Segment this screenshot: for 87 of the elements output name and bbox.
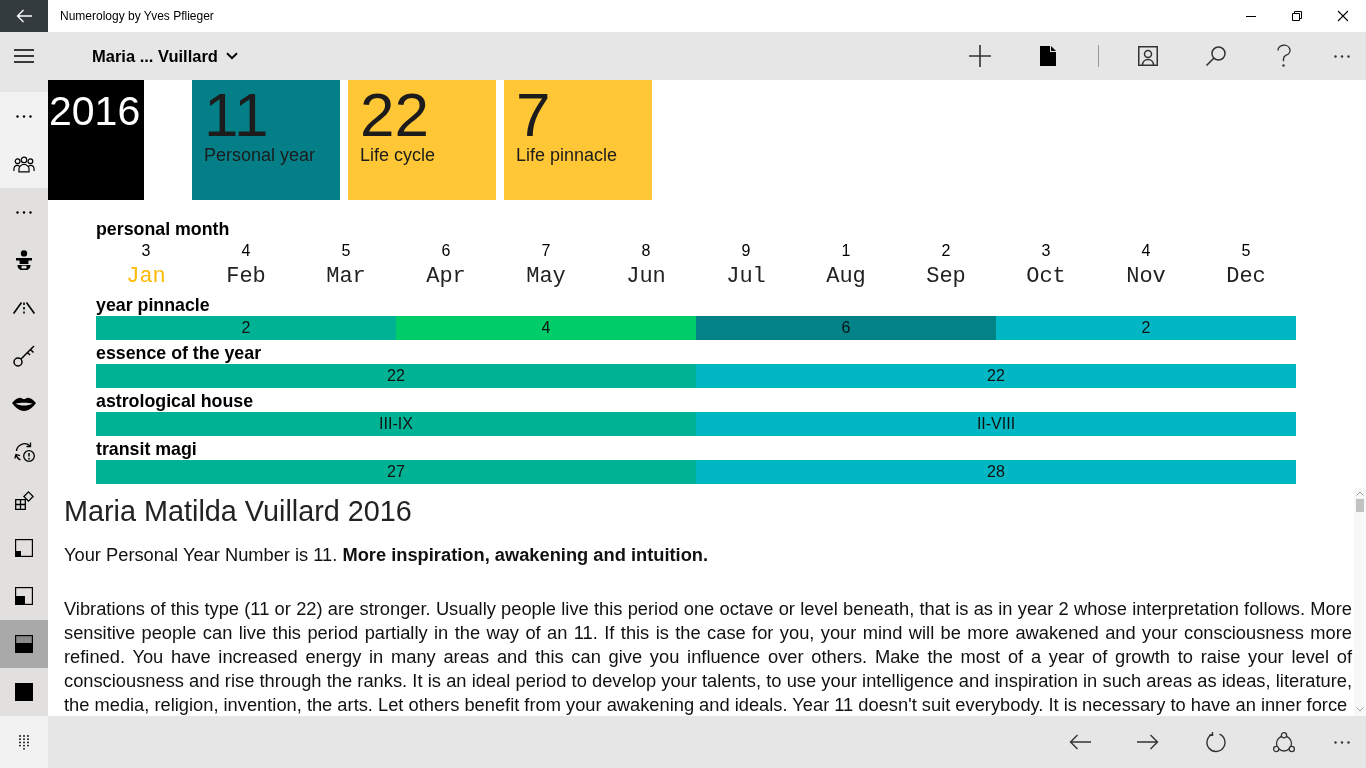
month-number: 5	[341, 241, 351, 261]
month-number: 8	[641, 241, 651, 261]
month-number: 9	[741, 241, 751, 261]
back-arrow-icon	[16, 9, 32, 23]
scroll-down-icon	[1356, 707, 1364, 712]
restore-icon	[1292, 11, 1302, 21]
body-text: Vibrations of this type (11 or 22) are stronger. Usually people live this period one octave or level beneath, that is as in year 2 whose interpretation follows. More sensitive people can live this period partially in the way of an 11. If this is the case for you, your mind will be more awakened and your consciousness more refined. You have increased energy in many areas and this can give you influence over others. Make the most of a year of growth to raise your level of consciousness and rise through the ranks. It is an ideal period to develop your talents, to use your intelligence and inspiration in such areas as ideas, literature, the media, religion, invention, the arts. Let others benefit from your awakening and ideals. Year 11 doesn't suit everybody. It is necessary to have an inner force	[64, 597, 1352, 717]
filled-square-icon	[15, 683, 33, 701]
month-name[interactable]: Dec	[1226, 262, 1266, 292]
period-segment: II-VIII	[696, 412, 1296, 436]
search-icon	[1206, 46, 1226, 66]
section-label: personal month	[96, 218, 230, 240]
tile-label: Personal year	[204, 144, 316, 166]
sync-alert-icon	[13, 442, 35, 462]
menu-icon	[14, 49, 34, 63]
dial-pad-icon	[19, 734, 29, 750]
section-label: year pinnacle	[96, 294, 210, 316]
tile-number: 11	[204, 84, 269, 146]
people-icon	[13, 155, 35, 173]
more-icon	[16, 114, 32, 118]
tile-number: 7	[516, 84, 551, 146]
month-number: 3	[1041, 241, 1051, 261]
month-name[interactable]: Apr	[426, 262, 466, 292]
period-segment: 2	[96, 316, 396, 340]
key-icon	[13, 345, 35, 367]
scroll-up-icon	[1356, 491, 1364, 496]
month-number: 5	[1241, 241, 1251, 261]
period-segment: 22	[96, 364, 696, 388]
month-name[interactable]: Nov	[1126, 262, 1166, 292]
month-number: 4	[241, 241, 251, 261]
month-name[interactable]: Jun	[626, 262, 666, 292]
period-segment: 6	[696, 316, 996, 340]
road-icon	[13, 302, 35, 314]
period-segment: 28	[696, 460, 1296, 484]
reading-title: Maria Matilda Vuillard 2016	[64, 494, 412, 529]
document-icon	[1040, 46, 1056, 66]
close-icon	[1338, 11, 1348, 21]
month-number: 4	[1141, 241, 1151, 261]
more-icon	[16, 210, 32, 214]
month-number: 2	[941, 241, 951, 261]
back-button[interactable]	[0, 0, 48, 32]
month-number: 3	[141, 241, 151, 261]
year-tile: 2016	[48, 80, 144, 200]
tile-label: Life cycle	[360, 144, 436, 166]
scrollbar-thumb[interactable]	[1356, 499, 1364, 512]
summary-text: Your Personal Year Number is 11. More inspiration, awakening and intuition.	[64, 543, 709, 567]
month-number: 6	[441, 241, 451, 261]
period-segment: 2	[996, 316, 1296, 340]
arrow-right-icon	[1137, 734, 1159, 750]
more-icon	[1334, 54, 1350, 58]
period-segment: 4	[396, 316, 696, 340]
plus-icon	[969, 45, 991, 67]
tile-number: 22	[360, 84, 429, 146]
period-segment: III-IX	[96, 412, 696, 436]
apps-icon	[14, 490, 34, 510]
window-title: Numerology by Yves Pflieger	[60, 9, 215, 23]
month-name[interactable]: Feb	[226, 262, 266, 292]
minimize-icon	[1246, 15, 1256, 17]
scrollbar[interactable]	[1354, 488, 1366, 716]
square-corner-fill-icon	[15, 539, 33, 557]
person-selector[interactable]: Maria ... Vuillard	[92, 38, 238, 74]
section-label: essence of the year	[96, 342, 262, 364]
arrow-left-icon	[1069, 734, 1091, 750]
section-label: transit magi	[96, 438, 197, 460]
period-segment: 22	[696, 364, 1296, 388]
help-icon	[1277, 45, 1291, 67]
lips-icon	[12, 397, 36, 411]
square-half-fill-icon	[15, 635, 33, 653]
month-number: 1	[841, 241, 851, 261]
sidebar-button[interactable]	[0, 620, 48, 668]
tile-label: Life pinnacle	[516, 144, 618, 166]
period-segment: 27	[96, 460, 696, 484]
month-name[interactable]: Sep	[926, 262, 966, 292]
month-name[interactable]: May	[526, 262, 566, 292]
refresh-icon	[1206, 731, 1226, 753]
month-name[interactable]: Aug	[826, 262, 866, 292]
more-icon	[1334, 740, 1350, 744]
baby-icon	[16, 250, 32, 270]
square-quarter-fill-icon	[15, 587, 33, 605]
section-label: astrological house	[96, 390, 254, 412]
month-name[interactable]: Oct	[1026, 262, 1066, 292]
month-name[interactable]: Mar	[326, 262, 366, 292]
chevron-down-icon	[225, 52, 238, 60]
month-number: 7	[541, 241, 551, 261]
share-icon	[1273, 731, 1295, 753]
month-name[interactable]: Jul	[726, 262, 766, 292]
contact-card-icon	[1138, 46, 1158, 66]
